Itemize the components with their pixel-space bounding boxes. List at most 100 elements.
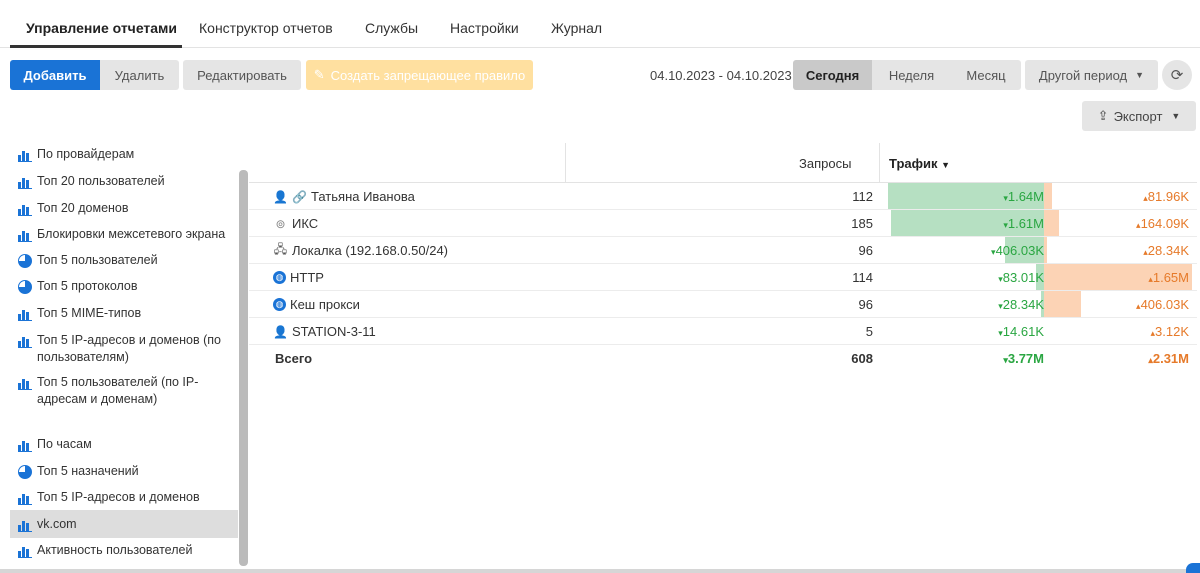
refresh-button[interactable]: ⟳ xyxy=(1162,60,1192,90)
total-label: Всего xyxy=(275,351,313,366)
iks-icon: ⊚ xyxy=(275,216,286,231)
row-incoming-traffic: ▾406.03K xyxy=(991,243,1044,258)
tab-report-management[interactable]: Управление отчетами xyxy=(26,20,177,36)
report-item[interactable]: Топ 20 доменов xyxy=(10,200,238,217)
report-item[interactable]: Топ 5 IP-адресов и доменов xyxy=(10,489,238,506)
row-outgoing-traffic: ▴164.09K xyxy=(1136,216,1189,231)
active-tab-indicator xyxy=(10,45,182,48)
outgoing-value: 1.65M xyxy=(1152,270,1189,285)
tab-journal[interactable]: Журнал xyxy=(551,20,602,36)
report-item[interactable]: Блокировки межсетевого экрана xyxy=(10,226,238,243)
report-item[interactable]: Топ 5 назначений xyxy=(10,463,238,480)
row-outgoing-traffic: ▴81.96K xyxy=(1143,189,1189,204)
report-item-label: Топ 5 пользователей xyxy=(37,253,158,267)
globe-icon: ◍ xyxy=(273,271,286,284)
report-item-label: Топ 5 MIME-типов xyxy=(37,306,142,320)
corner-indicator xyxy=(1186,563,1200,573)
outgoing-value: 3.12K xyxy=(1155,324,1189,339)
tab-report-builder[interactable]: Конструктор отчетов xyxy=(199,20,333,36)
outgoing-value: 81.96K xyxy=(1147,189,1189,204)
table-row[interactable]: ◍ HTTP 114 ▾83.01K ▴1.65M xyxy=(249,264,1197,291)
row-name[interactable]: STATION-3-11 xyxy=(292,324,376,339)
row-name[interactable]: Кеш прокси xyxy=(290,297,360,312)
add-button[interactable]: Добавить xyxy=(10,60,100,90)
report-item[interactable]: Топ 5 MIME-типов xyxy=(10,305,238,322)
table-row[interactable]: 🖧 Локалка (192.168.0.50/24) 96 ▾406.03K ▴28.… xyxy=(249,237,1197,264)
incoming-value: 28.34K xyxy=(1002,297,1044,312)
export-dropdown[interactable]: ⇪ Экспорт ▼ xyxy=(1082,101,1196,131)
incoming-value: 1.64M xyxy=(1007,189,1044,204)
sidebar-scrollbar[interactable] xyxy=(239,170,248,566)
outgoing-traffic-bar xyxy=(1044,183,1052,209)
total-incoming-value: 3.77M xyxy=(1007,351,1044,366)
table-row[interactable]: ◍ Кеш прокси 96 ▾28.34K ▴406.03K xyxy=(249,291,1197,318)
row-requests: 112 xyxy=(852,189,873,204)
incoming-value: 406.03K xyxy=(995,243,1044,258)
row-incoming-traffic: ▾14.61K xyxy=(998,324,1044,339)
table-row[interactable]: 👤 STATION-3-11 5 ▾14.61K ▴3.12K xyxy=(249,318,1197,345)
report-item[interactable]: По провайдерам xyxy=(10,146,238,163)
other-period-label: Другой период xyxy=(1038,67,1128,83)
row-name[interactable]: HTTP xyxy=(290,270,324,285)
tab-services[interactable]: Службы xyxy=(365,20,418,36)
row-requests: 96 xyxy=(858,243,873,258)
period-week-button[interactable]: Неделя xyxy=(872,60,951,90)
bar-chart-icon xyxy=(18,175,32,189)
incoming-value: 14.61K xyxy=(1002,324,1044,339)
other-period-dropdown[interactable]: Другой период ▼ xyxy=(1025,60,1158,90)
row-requests: 185 xyxy=(851,216,873,231)
row-incoming-traffic: ▾28.34K xyxy=(998,297,1044,312)
table-header: Запросы Трафик ▼ xyxy=(249,143,1197,183)
row-requests: 96 xyxy=(858,297,873,312)
edit-button[interactable]: Редактировать xyxy=(183,60,301,90)
period-month-button[interactable]: Месяц xyxy=(951,60,1021,90)
report-item[interactable]: По часам xyxy=(10,436,238,453)
horizontal-scrollbar[interactable] xyxy=(0,569,1200,573)
bar-chart-icon xyxy=(18,202,32,216)
row-incoming-traffic: ▾1.61M xyxy=(1003,216,1044,231)
report-item[interactable]: Топ 5 пользователей (по IP-адресам и дом… xyxy=(10,374,238,408)
row-name[interactable]: Локалка (192.168.0.50/24) xyxy=(292,243,448,258)
bar-chart-icon xyxy=(18,228,32,242)
row-requests: 5 xyxy=(865,324,873,339)
pie-chart-icon xyxy=(18,280,32,294)
pencil-icon: ✎ xyxy=(313,67,325,82)
report-item[interactable]: Топ 5 IP-адресов и доменов (по пользоват… xyxy=(10,332,238,366)
outgoing-value: 406.03K xyxy=(1140,297,1189,312)
report-item[interactable]: Топ 5 пользователей xyxy=(10,252,238,269)
report-item-label: Топ 5 IP-адресов и доменов xyxy=(37,490,200,504)
table-row[interactable]: ⊚ ИКС 185 ▾1.61M ▴164.09K xyxy=(249,210,1197,237)
total-row: Всего 608 ▾3.77M ▴2.31M xyxy=(249,345,1197,372)
outgoing-value: 164.09K xyxy=(1140,216,1189,231)
table-row[interactable]: 👤 🔗 Татьяна Иванова 112 ▾1.64M ▴81.96K xyxy=(249,183,1197,210)
date-range: 04.10.2023 - 04.10.2023 xyxy=(650,68,792,83)
row-incoming-traffic: ▾1.64M xyxy=(1003,189,1044,204)
report-item[interactable]: Топ 20 пользователей xyxy=(10,173,238,190)
row-outgoing-traffic: ▴3.12K xyxy=(1150,324,1189,339)
row-requests: 114 xyxy=(852,270,873,285)
row-name[interactable]: ИКС xyxy=(292,216,318,231)
bar-chart-icon xyxy=(18,148,32,162)
create-deny-rule-button[interactable]: ✎ Создать запрещающее правило xyxy=(306,60,533,90)
row-name-cell: 👤 🔗 Татьяна Иванова xyxy=(273,189,415,204)
traffic-header[interactable]: Трафик ▼ xyxy=(889,156,950,171)
report-item-selected[interactable]: vk.com xyxy=(10,510,238,538)
report-item[interactable]: Активность пользователей xyxy=(10,542,238,559)
outgoing-traffic-bar xyxy=(1044,210,1060,236)
delete-button[interactable]: Удалить xyxy=(100,60,179,90)
user-icon: 👤 xyxy=(273,189,288,204)
tab-settings[interactable]: Настройки xyxy=(450,20,519,36)
period-today-button[interactable]: Сегодня xyxy=(793,60,872,90)
requests-header[interactable]: Запросы xyxy=(799,156,851,171)
bar-chart-icon xyxy=(18,491,32,505)
row-name-cell: ◍ Кеш прокси xyxy=(273,297,360,312)
total-outgoing-traffic: ▴2.31M xyxy=(1148,351,1189,366)
bar-chart-icon xyxy=(18,334,32,348)
total-incoming-traffic: ▾3.77M xyxy=(1003,351,1044,366)
pie-chart-icon xyxy=(18,465,32,479)
report-item[interactable]: Топ 5 протоколов xyxy=(10,278,238,295)
outgoing-traffic-bar xyxy=(1044,237,1048,263)
incoming-value: 1.61M xyxy=(1007,216,1044,231)
row-name[interactable]: Татьяна Иванова xyxy=(311,189,415,204)
report-item-label: Топ 20 пользователей xyxy=(37,174,165,188)
